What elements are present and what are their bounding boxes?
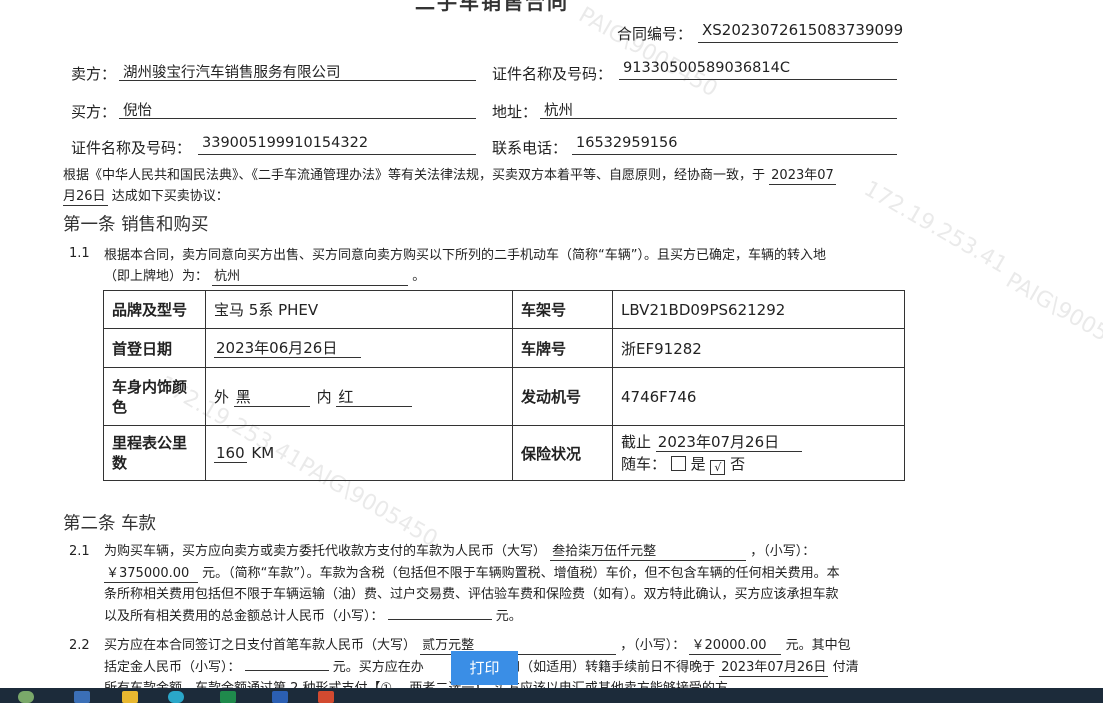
clause-2-1-d: 条所称相关费用包括但不限于车辆运输（油）费、过户交易费、评估验车费和保险费（如有… bbox=[104, 587, 839, 602]
payoff-date-value: 2023年07月26日 bbox=[719, 659, 829, 677]
yes-checkbox[interactable] bbox=[670, 456, 686, 471]
intro-paragraph: 根据《中华人民共和国民法典》、《二手车流通管理办法》等有关法律法规，买卖双方本着… bbox=[63, 165, 836, 207]
mileage-label: 里程表公里数 bbox=[103, 425, 206, 481]
insurance-until-prefix: 截止 bbox=[621, 433, 652, 451]
with-car-label: 随车： bbox=[621, 455, 667, 473]
section-2-title: 第二条 车款 bbox=[63, 514, 157, 534]
brand-value: 宝马 5系 PHEV bbox=[205, 290, 513, 329]
engine-label: 发动机号 bbox=[512, 367, 613, 426]
watermark: 172.19.253.41 bbox=[859, 176, 1012, 279]
first-reg-cell: 2023年06月26日 bbox=[205, 328, 513, 368]
seller-value: 湖州骏宝行汽车销售服务有限公司 bbox=[119, 61, 476, 81]
clause-2-2-b: ，（小写）： bbox=[620, 638, 686, 653]
intro-date-a: 2023年07 bbox=[769, 168, 836, 185]
first-payment-value: ￥20000.00 bbox=[689, 637, 782, 655]
browser-icon[interactable] bbox=[168, 691, 184, 703]
first-payment-cn-value: 贰万元整 bbox=[420, 637, 617, 655]
print-button[interactable]: 打印 bbox=[451, 651, 518, 685]
clause-2-2-d: 括定金人民币（小写）： bbox=[104, 659, 241, 675]
exterior-color-value: 黑 bbox=[233, 389, 310, 407]
mileage-value: 160 bbox=[214, 443, 247, 463]
intro-text-a: 根据《中华人民共和国民法典》、《二手车流通管理办法》等有关法律法规，买卖双方本着… bbox=[63, 168, 766, 183]
clause-1-1-end: 。 bbox=[412, 269, 426, 284]
insurance-cell: 截止 2023年07月26日 随车： 是 √ 否 bbox=[612, 425, 905, 481]
intro-date-b: 月26日 bbox=[63, 189, 108, 206]
app-icon[interactable] bbox=[220, 691, 236, 703]
buyer-value: 倪怡 bbox=[119, 99, 476, 119]
engine-value: 4746F746 bbox=[612, 367, 905, 426]
clause-1-1-text: 根据本合同，卖方同意向买方出售、买方同意向卖方购买以下所列的二手机动车（简称“车… bbox=[104, 245, 826, 287]
section-1-title: 第一条 销售和购买 bbox=[63, 215, 209, 235]
exterior-prefix: 外 bbox=[214, 388, 230, 406]
table-row: 品牌及型号 宝马 5系 PHEV 车架号 LBV21BD09PS621292 bbox=[103, 290, 905, 329]
mileage-cell: 160 KM bbox=[205, 425, 513, 481]
plate-label: 车牌号 bbox=[512, 328, 613, 368]
taskbar bbox=[0, 688, 1103, 703]
insurance-until-value: 2023年07月26日 bbox=[655, 434, 802, 452]
clause-1-1-number: 1.1 bbox=[69, 246, 90, 261]
app-icon[interactable] bbox=[18, 691, 34, 703]
address-label: 地址： bbox=[492, 103, 538, 121]
phone-value: 16532959156 bbox=[572, 135, 897, 155]
table-row: 车身内饰颜色 外 黑 内 红 发动机号 4746F746 bbox=[103, 367, 905, 426]
seller-label: 卖方： bbox=[71, 65, 117, 83]
first-reg-label: 首登日期 bbox=[103, 328, 206, 368]
total-amount-value bbox=[387, 618, 492, 620]
seller-id-value: 91330500589036814C bbox=[619, 60, 897, 80]
contract-no-label: 合同编号： bbox=[617, 25, 693, 43]
plate-value: 浙EF91282 bbox=[612, 328, 905, 368]
clause-1-1-line2: （即上牌地）为： bbox=[104, 269, 209, 284]
buyer-id-label: 证件名称及号码： bbox=[71, 139, 192, 157]
yes-label: 是 bbox=[690, 455, 706, 473]
app-icon[interactable] bbox=[318, 691, 334, 703]
brand-label: 品牌及型号 bbox=[103, 290, 206, 329]
seller-id-label: 证件名称及号码： bbox=[492, 65, 613, 83]
insurance-label: 保险状况 bbox=[512, 425, 613, 481]
clause-2-2-g: 付清 bbox=[832, 659, 859, 675]
clause-2-1-number: 2.1 bbox=[69, 544, 90, 559]
clause-2-2-a: 买方应在本合同签订之日支付首笔车款人民币（大写） bbox=[104, 638, 417, 653]
price-value: ￥375000.00 bbox=[104, 565, 198, 583]
mileage-unit: KM bbox=[251, 443, 275, 462]
clause-2-2-number: 2.2 bbox=[69, 638, 90, 653]
folder-icon[interactable] bbox=[122, 691, 138, 703]
table-row: 首登日期 2023年06月26日 车牌号 浙EF91282 bbox=[103, 328, 905, 368]
vehicle-info-table: 品牌及型号 宝马 5系 PHEV 车架号 LBV21BD09PS621292 首… bbox=[103, 290, 905, 481]
no-checkbox[interactable]: √ bbox=[710, 460, 726, 475]
clause-2-1-text: 为购买车辆，买方应向卖方或卖方委托代收款方支付的车款为人民币（大写） 叁拾柒万伍… bbox=[104, 541, 840, 627]
phone-label: 联系电话： bbox=[492, 139, 568, 157]
price-cn-value: 叁拾柒万伍仟元整 bbox=[550, 543, 747, 561]
first-reg-value: 2023年06月26日 bbox=[214, 339, 361, 358]
address-value: 杭州 bbox=[540, 99, 897, 119]
vin-label: 车架号 bbox=[512, 290, 613, 329]
clause-2-2-e: 元。买方应在办 bbox=[332, 659, 424, 675]
vin-value: LBV21BD09PS621292 bbox=[612, 290, 905, 329]
clause-2-1-b: ，（小写）： bbox=[750, 544, 816, 559]
app-icon[interactable] bbox=[272, 691, 288, 703]
intro-text-b: 达成如下买卖协议： bbox=[111, 189, 229, 204]
buyer-label: 买方： bbox=[71, 103, 117, 121]
no-label: 否 bbox=[730, 455, 746, 473]
clause-2-1-f: 元。 bbox=[495, 608, 522, 624]
transfer-place-value: 杭州 bbox=[212, 268, 409, 286]
app-icon[interactable] bbox=[74, 691, 90, 703]
watermark: PAIG\9005450 bbox=[574, 2, 722, 103]
clause-2-1-a: 为购买车辆，买方应向卖方或卖方委托代收款方支付的车款为人民币（大写） bbox=[104, 544, 547, 559]
color-label: 车身内饰颜色 bbox=[103, 367, 206, 426]
interior-color-value: 红 bbox=[336, 389, 413, 407]
clause-2-2-c: 元。其中包 bbox=[785, 638, 851, 653]
buyer-id-value: 339005199910154322 bbox=[198, 135, 476, 155]
contract-no-value: XS2023072615083739099 bbox=[698, 21, 903, 43]
clause-2-1-c: 元。（简称“车款”）。车款为含税（包括但不限于车辆购置税、增值税）车价，但不包含… bbox=[202, 565, 840, 581]
interior-prefix: 内 bbox=[316, 388, 332, 406]
watermark: PAIG\9005 bbox=[1001, 268, 1103, 347]
deposit-value bbox=[244, 669, 329, 671]
clause-2-2-f: 户和（如适用）转籍手续前日不得晚于 bbox=[494, 659, 716, 675]
color-cell: 外 黑 内 红 bbox=[205, 367, 513, 426]
page-title: 二手车销售合同 bbox=[415, 0, 569, 14]
table-row: 里程表公里数 160 KM 保险状况 截止 2023年07月26日 随车： 是 … bbox=[103, 425, 905, 481]
clause-1-1-line1: 根据本合同，卖方同意向买方出售、买方同意向卖方购买以下所列的二手机动车（简称“车… bbox=[104, 248, 826, 263]
clause-2-1-e: 以及所有相关费用的总金额总计人民币（小写）： bbox=[104, 608, 384, 624]
